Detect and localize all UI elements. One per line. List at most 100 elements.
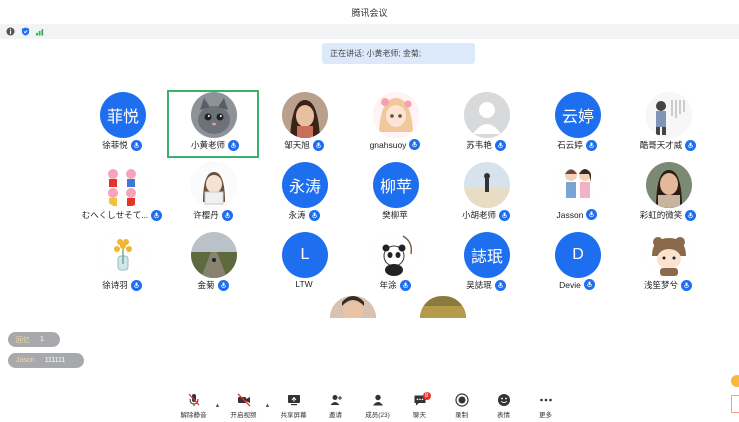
chat-unread-badge: 8: [422, 392, 431, 400]
participant-name: 徐诗羽: [102, 280, 128, 290]
microphone-icon: [681, 279, 692, 291]
signal-icon[interactable]: [36, 27, 45, 36]
start-video-button[interactable]: 开启视频: [223, 390, 265, 422]
participant-tile[interactable]: 徐诗羽: [76, 230, 168, 298]
participant-tile[interactable]: 彩虹的微笑: [622, 160, 714, 228]
members-icon: [372, 394, 383, 406]
participant-tile[interactable]: L LTW: [258, 230, 350, 298]
participant-avatar-image: [373, 232, 419, 278]
participant-tile[interactable]: 小胡老师: [440, 160, 532, 228]
participant-tile[interactable]: 菲悦 徐菲悦: [76, 90, 168, 158]
floating-action-button[interactable]: [731, 375, 739, 387]
participant-name-row: 年涂: [349, 279, 441, 291]
participant-avatar-image: [100, 232, 146, 278]
participant-avatar-image: [100, 162, 146, 208]
participant-avatar-image: [646, 232, 692, 278]
participant-avatar: 菲悦: [100, 92, 146, 138]
smile-icon: [497, 394, 510, 406]
participant-tile[interactable]: 小黄老师: [167, 90, 259, 158]
microphone-icon: [217, 279, 229, 291]
participant-tile[interactable]: 浅笙梦兮: [622, 230, 714, 298]
unmute-button[interactable]: 解除静音: [173, 390, 215, 422]
info-icon[interactable]: [6, 27, 15, 36]
participant-avatar-image: [646, 92, 692, 138]
participant-tile[interactable]: 永涛 永涛: [258, 160, 350, 228]
participant-avatar: 誌珉: [464, 232, 510, 278]
microphone-icon: [685, 209, 697, 221]
participant-name: 年涂: [379, 280, 397, 290]
participant-avatar-image: [555, 162, 601, 208]
participant-tile[interactable]: Jasson: [531, 160, 623, 228]
microphone-icon: [130, 139, 142, 151]
members-button[interactable]: 成员(23): [357, 390, 399, 422]
participant-name-row: 樊柳苹: [349, 209, 441, 221]
invite-icon: [330, 395, 342, 405]
participant-name: 吴誌珉: [466, 280, 492, 290]
participant-name: 彩虹的微笑: [639, 210, 683, 220]
participant-name-row: 许樱丹: [167, 209, 259, 221]
participant-tile[interactable]: gnahsuoy: [349, 90, 441, 158]
participant-name: LTW: [295, 279, 313, 289]
participant-avatar-partial: [330, 296, 376, 318]
participant-name-row: 金菊: [167, 279, 259, 291]
invite-button[interactable]: 邀请: [315, 390, 357, 422]
chat-bubble: Jason 111111: [8, 353, 84, 368]
microphone-icon: [308, 209, 320, 221]
unmute-label: 解除静音: [180, 412, 207, 419]
participant-tile[interactable]: 邹天旭: [258, 90, 350, 158]
reactions-button[interactable]: 表情: [483, 390, 525, 422]
shield-icon[interactable]: [21, 27, 30, 36]
participant-name-row: 吴誌珉: [440, 279, 532, 291]
participant-tile[interactable]: 年涂: [349, 230, 441, 298]
participant-name: 许樱丹: [193, 210, 219, 220]
chat-button[interactable]: 8 聊天: [399, 390, 441, 422]
participant-name-row: LTW: [258, 279, 350, 289]
participant-tile[interactable]: むへくしせそて...: [76, 160, 168, 228]
participant-tile[interactable]: 金菊: [167, 230, 259, 298]
speaking-text: 正在讲话: 小黄老师; 金菊;: [330, 49, 422, 58]
participant-name-row: 邹天旭: [258, 139, 350, 151]
record-icon: [454, 393, 469, 407]
participant-name-row: 徐诗羽: [76, 279, 168, 291]
start-video-label: 开启视频: [230, 412, 257, 419]
participant-tile[interactable]: 酷哥天才威: [622, 90, 714, 158]
speaking-indicator: 正在讲话: 小黄老师; 金菊;: [322, 43, 475, 64]
microphone-icon: [585, 139, 597, 151]
record-button[interactable]: 录制: [441, 390, 483, 422]
participant-tile[interactable]: 柳苹 樊柳苹: [349, 160, 441, 228]
participant-name-row: 苏韦艳: [440, 139, 532, 151]
participant-name-row: 徐菲悦: [76, 139, 168, 151]
chevron-up-icon[interactable]: ▲: [215, 390, 223, 422]
participant-name-row: 浅笙梦兮: [622, 279, 714, 291]
chat-message: 111111: [44, 357, 66, 364]
chevron-up-icon[interactable]: ▲: [265, 390, 273, 422]
participant-avatar-image: [373, 92, 419, 138]
participant-tile[interactable]: 云婷 石云婷: [531, 90, 623, 158]
participant-tile[interactable]: 苏韦艳: [440, 90, 532, 158]
participant-tile[interactable]: 誌珉 吴誌珉: [440, 230, 532, 298]
chat-message: 1: [40, 336, 44, 343]
share-screen-button[interactable]: 共享屏幕: [273, 390, 315, 422]
chat-label: 聊天: [413, 412, 426, 419]
participant-tile[interactable]: 许樱丹: [167, 160, 259, 228]
participant-name-row: むへくしせそて...: [76, 209, 168, 221]
participant-name: 小黄老师: [190, 140, 225, 150]
participant-name: 邹天旭: [284, 140, 310, 150]
participant-tile[interactable]: D Devie: [531, 230, 623, 298]
participant-name: 樊柳苹: [382, 210, 408, 220]
participant-avatar: L: [282, 232, 328, 278]
side-panel-handle[interactable]: [731, 395, 739, 413]
more-icon: [539, 398, 552, 402]
chat-bubble: 回忆 1: [8, 332, 60, 347]
participant-avatar: D: [555, 232, 601, 278]
participant-name-row: 小胡老师: [440, 209, 532, 221]
microphone-icon: [228, 139, 239, 151]
meeting-toolbar: 解除静音 ▲ 开启视频 ▲ 共享屏幕 邀请 成员(23) 8 聊天 录制 表情 …: [0, 390, 739, 422]
microphone-icon: [583, 279, 595, 290]
participant-name: 永涛: [288, 210, 306, 220]
microphone-icon: [586, 209, 598, 220]
participant-name: Devie: [559, 279, 581, 290]
microphone-icon: [409, 139, 421, 150]
more-label: 更多: [539, 412, 552, 419]
more-button[interactable]: 更多: [525, 390, 567, 422]
